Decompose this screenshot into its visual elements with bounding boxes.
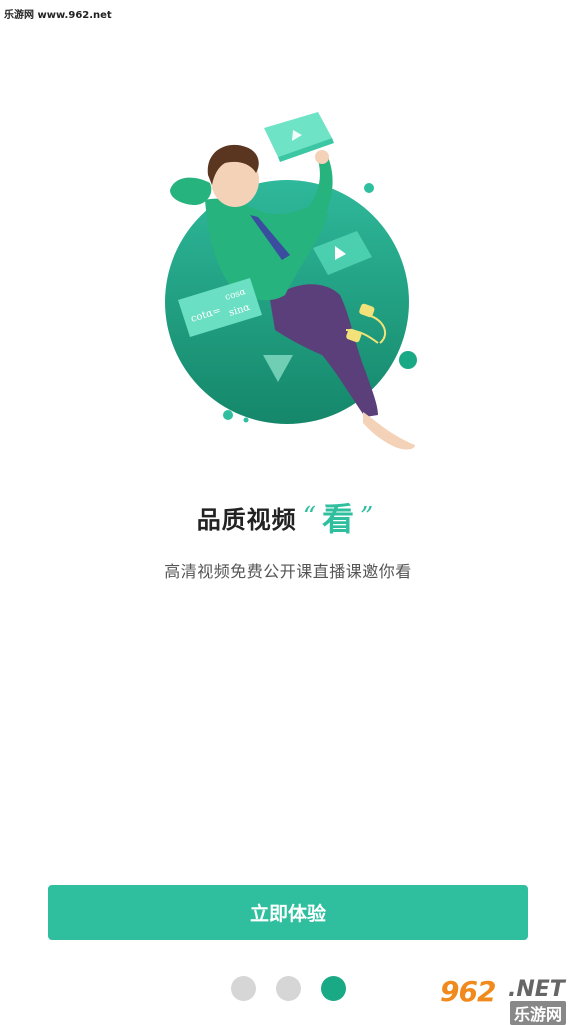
watermark-top-text: 乐游网 www.962.net [4,10,112,21]
watermark-logo-net: .NET [508,977,565,1002]
start-experience-button[interactable]: 立即体验 [48,885,528,940]
watermark-logo: 962 .NET 乐游网 [438,975,572,1025]
page-dot-1[interactable] [230,975,256,1001]
headline-open-quote: “ [302,502,316,532]
deco-dot [399,351,417,369]
deco-dot [223,410,233,420]
subtitle: 高清视频免费公开课直播课邀你看 [164,562,412,581]
deco-dot [243,417,249,423]
watermark-logo-cn: 乐游网 [510,1001,567,1025]
person-foot [363,412,415,450]
headline: 品质视频 “ 看 ” [0,492,576,542]
headline-close-quote: ” [360,502,374,532]
headline-accent: 看 [321,500,354,538]
headline-main: 品质视频 [196,505,297,534]
deco-dot [364,183,374,193]
onboarding-illustration: cotα= cosα sinα [165,112,417,450]
watermark-logo-number: 962 [440,975,496,1008]
page-dot-2[interactable] [275,975,301,1001]
page-dot-3-active[interactable] [320,975,346,1001]
